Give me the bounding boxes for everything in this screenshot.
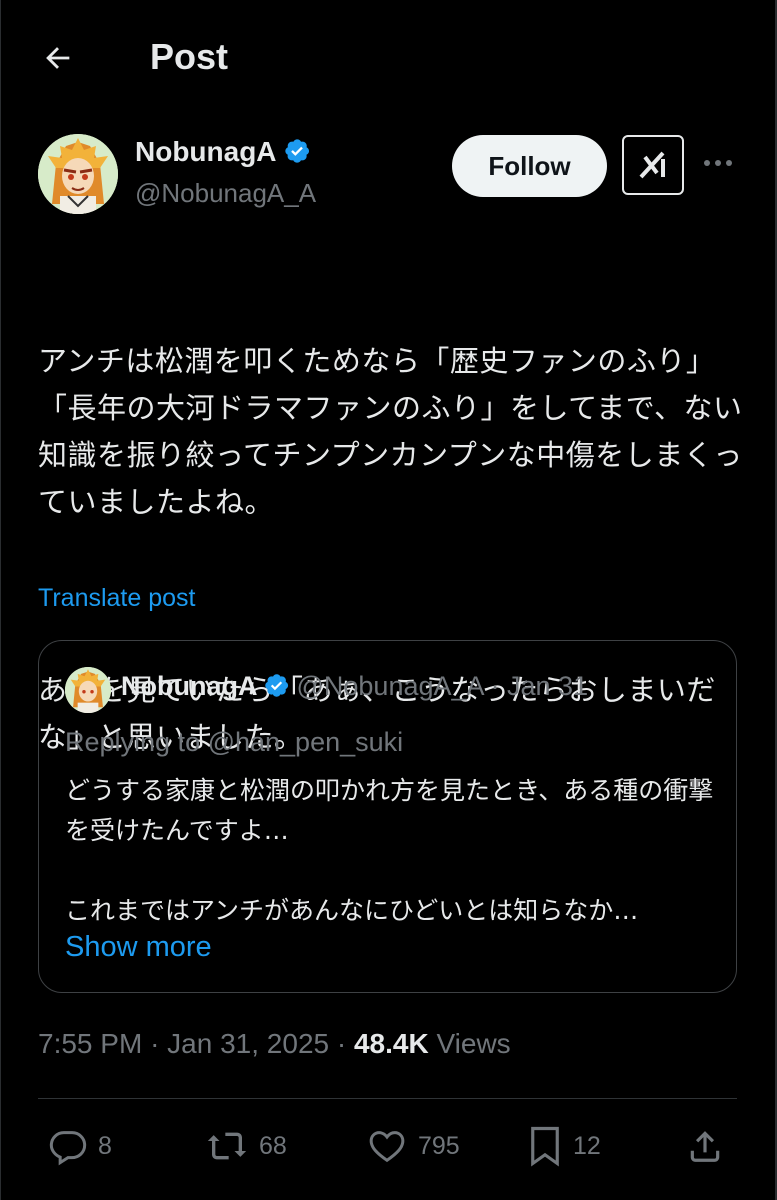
post-author: NobunagA @NobunagA_A Follow [0,130,777,220]
follow-button[interactable]: Follow [452,135,607,197]
verified-badge-icon [263,672,290,706]
more-options-button[interactable] [700,148,736,178]
page-title: Post [150,36,229,77]
meta-separator: · [336,1028,354,1059]
post-time: 7:55 PM [38,1028,143,1059]
views-count[interactable]: 48.4K [354,1028,429,1059]
bookmark-button[interactable]: 12 [527,1118,601,1174]
verified-badge-icon [283,137,311,172]
quoted-author-name: NobunagA [121,671,258,701]
grok-button[interactable] [622,135,684,195]
arrow-left-icon [46,47,70,69]
reply-button[interactable]: 8 [48,1118,112,1174]
quoted-handle: @NobunagA_A [296,671,485,701]
quoted-author: NobunagA @NobunagA_A · Jan 31 [121,671,588,706]
post-date: Jan 31, 2025 [167,1028,330,1059]
reply-icon [49,1131,87,1166]
more-horizontal-icon [704,160,732,166]
author-name[interactable]: NobunagA [135,136,311,172]
replying-to: Replying to @han_pen_suki [65,727,404,757]
divider [38,1098,737,1099]
avatar[interactable] [38,134,118,214]
views-label: Views [436,1028,511,1059]
quoted-avatar [65,667,111,713]
repost-button[interactable]: 68 [205,1118,287,1174]
reply-count: 8 [98,1131,112,1160]
share-icon [690,1131,720,1162]
meta-separator: · [150,1028,168,1059]
like-button[interactable]: 795 [366,1118,460,1174]
author-name-text: NobunagA [135,136,277,167]
translate-post-link[interactable]: Translate post [38,584,195,613]
grok-icon [639,151,665,179]
heart-icon [369,1131,405,1163]
post-meta: 7:55 PM · Jan 31, 2025 · 48.4K Views [38,1028,511,1060]
show-more-link[interactable]: Show more [65,931,212,964]
avatar-image [38,134,118,214]
repost-icon [207,1132,247,1160]
bookmark-count: 12 [573,1131,601,1160]
post-paragraph: アンチは松潤を叩くためなら「歴史ファンのふり」「長年の大河ドラマファンのふり」を… [38,344,743,519]
bookmark-icon [531,1126,559,1167]
quoted-text: どうする家康と松潤の叩かれ方を見たとき、ある種の衝撃を受けたんですよ… これまで… [65,776,714,925]
repost-count: 68 [259,1131,287,1160]
action-bar: 8 68 795 12 [0,1118,777,1174]
top-bar: Post [0,0,777,115]
quoted-post[interactable]: NobunagA @NobunagA_A · Jan 31 Replying to … [38,640,737,993]
back-button[interactable] [38,38,78,78]
share-button[interactable] [686,1118,724,1174]
author-handle[interactable]: @NobunagA_A [135,178,316,209]
quoted-date: · Jan 31 [490,671,589,701]
like-count: 795 [418,1131,460,1160]
